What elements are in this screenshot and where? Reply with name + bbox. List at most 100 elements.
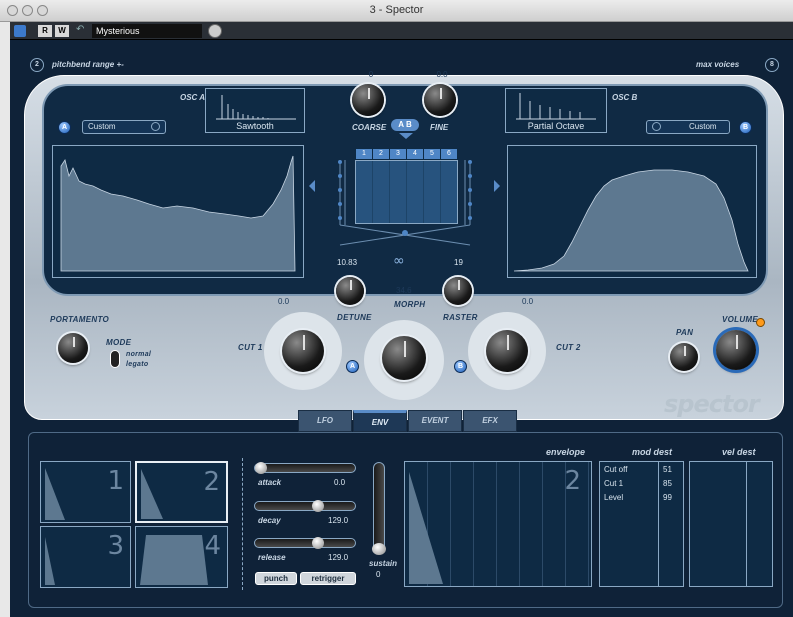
coarse-knob[interactable] <box>352 84 384 116</box>
vel-dest-label: vel dest <box>722 447 756 457</box>
undo-icon[interactable]: ↶ <box>76 24 84 35</box>
cut1-label: CUT 1 <box>238 343 263 352</box>
osc-a-dropdown-arrow-icon[interactable] <box>151 122 160 131</box>
detune-label: DETUNE <box>337 313 372 322</box>
mod-dest-list[interactable]: Cut off 51 Cut 1 85 Level 99 <box>599 461 684 587</box>
mod-dest-value: 51 <box>663 465 672 474</box>
osc-b-waveform-bars <box>516 93 596 120</box>
window-title: 3 - Spector <box>369 4 424 16</box>
preset-name-field[interactable]: Mysterious <box>92 24 202 38</box>
mod-dest-name: Cut 1 <box>604 479 624 488</box>
punch-button[interactable]: punch <box>255 572 297 585</box>
morph-value: 34.6 <box>396 286 412 295</box>
morph-left-arrow-icon[interactable] <box>309 180 315 192</box>
detune-knob[interactable] <box>336 277 364 305</box>
power-led[interactable] <box>756 318 765 327</box>
attack-slider-thumb[interactable] <box>255 462 267 474</box>
env-slot-4[interactable]: 4 <box>135 526 228 588</box>
mod-dest-row[interactable]: Level 99 <box>604 493 682 502</box>
fine-knob[interactable] <box>424 84 456 116</box>
osc-a-badge: A <box>58 121 71 134</box>
release-slider-thumb[interactable] <box>312 537 325 549</box>
osc-a-spectrum-graph <box>60 155 296 272</box>
max-voices-knob[interactable]: 8 <box>765 58 779 72</box>
retrigger-button[interactable]: retrigger <box>300 572 356 585</box>
tab-env[interactable]: ENV <box>353 410 407 432</box>
decay-value: 129.0 <box>328 516 349 525</box>
mod-dest-value: 99 <box>663 493 672 502</box>
raster-knob[interactable] <box>444 277 472 305</box>
link-icon[interactable]: ∞ <box>393 253 405 269</box>
portamento-label: PORTAMENTO <box>50 315 110 324</box>
tab-event[interactable]: EVENT <box>408 410 462 432</box>
release-value: 129.0 <box>328 553 349 562</box>
portamento-knob[interactable] <box>58 333 88 363</box>
decay-slider[interactable] <box>254 500 356 512</box>
osc-a-waveform-bars <box>216 95 296 120</box>
env-slot-1-number: 1 <box>107 466 124 496</box>
cut1-knob[interactable] <box>282 330 324 372</box>
detune-value: 10.83 <box>337 258 358 267</box>
mod-dest-row[interactable]: Cut off 51 <box>604 465 682 474</box>
sustain-slider-thumb[interactable] <box>372 543 386 555</box>
preset-browser-icon[interactable] <box>208 24 222 38</box>
pitchbend-range-label: pitchbend range +- <box>52 60 124 69</box>
vel-dest-list[interactable] <box>689 461 773 587</box>
mode-normal-label: normal <box>126 351 152 358</box>
osc-a-spectrum-display[interactable] <box>52 145 304 278</box>
attack-slider[interactable] <box>254 462 356 474</box>
cut2-knob[interactable] <box>486 330 528 372</box>
osc-b-spectrum-graph <box>513 169 749 272</box>
decay-slider-thumb[interactable] <box>312 500 325 512</box>
sustain-slider[interactable] <box>372 462 386 555</box>
write-automation-button[interactable]: W <box>55 25 69 37</box>
raster-label: RASTER <box>443 313 478 322</box>
sustain-value: 0 <box>376 570 381 579</box>
osc-a-waveform-preview[interactable]: Sawtooth <box>205 88 305 133</box>
mod-dest-value: 85 <box>663 479 672 488</box>
power-button[interactable] <box>14 25 26 37</box>
morph-b-badge: B <box>454 360 467 373</box>
osc-b-waveform-name: Partial Octave <box>527 121 585 131</box>
title-bar: 3 - Spector <box>0 0 793 22</box>
osc-a-waveform-name: Sawtooth <box>236 121 274 131</box>
fine-label: FINE <box>430 123 449 132</box>
env-divider <box>242 458 243 590</box>
env-slot-3[interactable]: 3 <box>40 526 131 588</box>
fine-value: 0.0 <box>436 70 448 79</box>
decay-label: decay <box>258 516 281 525</box>
osc-b-dropdown-arrow-icon[interactable] <box>652 122 661 131</box>
envelope-display[interactable]: 2 <box>404 461 592 587</box>
env-slot-2[interactable]: 2 <box>135 461 228 523</box>
env-slot-1[interactable]: 1 <box>40 461 131 523</box>
mode-switch[interactable] <box>110 350 120 368</box>
pan-knob[interactable] <box>670 343 698 371</box>
attack-label: attack <box>258 478 282 487</box>
mode-legato-label: legato <box>126 361 149 368</box>
ab-toggle[interactable]: A B <box>391 119 419 131</box>
morph-right-arrow-icon[interactable] <box>494 180 500 192</box>
env-slot-2-number: 2 <box>203 467 220 497</box>
env-slot-4-number: 4 <box>204 531 221 561</box>
cut2-value: 0.0 <box>522 297 534 306</box>
mod-dest-row[interactable]: Cut 1 85 <box>604 479 682 488</box>
volume-label: VOLUME <box>722 315 759 324</box>
morph-connectors <box>338 160 472 246</box>
tab-efx[interactable]: EFX <box>463 410 517 432</box>
plugin-toolbar: R W ↶ Mysterious <box>10 22 793 40</box>
ab-arrow-icon <box>399 133 413 139</box>
morph-a-badge: A <box>346 360 359 373</box>
osc-b-waveform-preview[interactable]: Partial Octave <box>505 88 607 133</box>
pitchbend-range-knob[interactable]: 2 <box>30 58 44 72</box>
attack-value: 0.0 <box>334 478 346 487</box>
mod-dest-name: Cut off <box>604 465 628 474</box>
osc-b-spectrum-display[interactable] <box>507 145 757 278</box>
release-label: release <box>258 553 286 562</box>
tab-lfo[interactable]: LFO <box>298 410 352 432</box>
release-slider[interactable] <box>254 537 356 549</box>
mod-dest-label: mod dest <box>632 447 673 457</box>
read-automation-button[interactable]: R <box>38 25 52 37</box>
volume-knob[interactable] <box>716 330 756 370</box>
morph-knob[interactable] <box>382 336 426 380</box>
osc-b-badge: B <box>739 121 752 134</box>
